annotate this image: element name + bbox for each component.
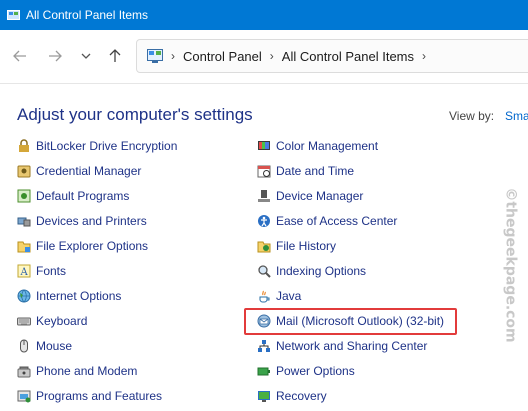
item-power-options[interactable]: Power Options (256, 361, 355, 381)
item-network-sharing[interactable]: Network and Sharing Center (256, 336, 427, 356)
item-label: Fonts (36, 264, 67, 278)
control-panel-icon (7, 9, 20, 21)
item-programs-features[interactable]: Programs and Features (16, 386, 162, 406)
item-phone-modem[interactable]: Phone and Modem (16, 361, 137, 381)
date-time-icon (256, 163, 272, 179)
breadcrumb-separator-icon: › (171, 49, 175, 63)
credential-manager-icon (16, 163, 32, 179)
ease-of-access-icon (256, 213, 272, 229)
item-label: Default Programs (36, 189, 130, 203)
item-label: Color Management (276, 139, 379, 153)
up-arrow-icon (109, 49, 121, 62)
up-button[interactable] (105, 46, 125, 66)
keyboard-icon (16, 313, 32, 329)
item-mouse[interactable]: Mouse (16, 336, 72, 356)
item-devices-printers[interactable]: Devices and Printers (16, 211, 147, 231)
item-keyboard[interactable]: Keyboard (16, 311, 87, 331)
control-panel-items: BitLocker Drive Encryption Credential Ma… (0, 138, 528, 411)
heading-row: Adjust your computer's settings View by:… (0, 100, 528, 130)
bitlocker-icon (16, 138, 32, 154)
item-label: Internet Options (36, 289, 122, 303)
item-java[interactable]: Java (256, 286, 301, 306)
item-label: Date and Time (276, 164, 355, 178)
fonts-icon: A (16, 263, 32, 279)
item-device-manager[interactable]: Device Manager (256, 186, 363, 206)
item-label: File History (276, 239, 337, 253)
forward-arrow-icon (49, 50, 62, 62)
address-bar[interactable]: › Control Panel › All Control Panel Item… (136, 39, 528, 73)
breadcrumb-separator-icon: › (269, 49, 274, 63)
item-label: Programs and Features (36, 389, 163, 403)
item-bitlocker[interactable]: BitLocker Drive Encryption (16, 138, 177, 156)
device-manager-icon (256, 188, 272, 204)
power-options-icon (256, 363, 272, 379)
breadcrumb-all-items[interactable]: All Control Panel Items (282, 49, 414, 64)
chevron-down-icon (81, 53, 91, 59)
recovery-icon (256, 388, 272, 404)
item-indexing-options[interactable]: Indexing Options (256, 261, 366, 281)
svg-text:A: A (20, 267, 29, 278)
item-label: Mail (Microsoft Outlook) (32-bit) (276, 314, 445, 328)
item-label: Power Options (276, 364, 355, 378)
item-credential-manager[interactable]: Credential Manager (16, 161, 141, 181)
item-label: Mouse (36, 339, 73, 353)
breadcrumb-control-panel[interactable]: Control Panel (183, 49, 262, 64)
java-icon (256, 288, 272, 304)
window-title: All Control Panel Items (26, 8, 149, 22)
folder-options-icon (16, 238, 32, 254)
view-by-label: View by: (449, 109, 495, 123)
programs-features-icon (16, 388, 32, 404)
item-recovery[interactable]: Recovery (256, 386, 327, 406)
file-history-icon (256, 238, 272, 254)
title-bar: All Control Panel Items (0, 0, 528, 30)
item-label: Device Manager (276, 189, 364, 203)
devices-printers-icon (16, 213, 32, 229)
navigation-bar: › Control Panel › All Control Panel Item… (0, 30, 528, 84)
item-label: Phone and Modem (36, 364, 138, 378)
item-color-management[interactable]: Color Management (256, 138, 378, 156)
view-by-dropdown[interactable]: Sma (505, 109, 528, 123)
item-internet-options[interactable]: Internet Options (16, 286, 121, 306)
forward-button[interactable] (45, 46, 65, 66)
back-arrow-icon (13, 50, 26, 62)
default-programs-icon (16, 188, 32, 204)
item-label: Indexing Options (276, 264, 367, 278)
item-file-explorer-options[interactable]: File Explorer Options (16, 236, 148, 256)
watermark: ©thegeekpage.com (501, 180, 521, 350)
item-date-time[interactable]: Date and Time (256, 161, 354, 181)
network-icon (256, 338, 272, 354)
item-fonts[interactable]: A Fonts (16, 261, 66, 281)
internet-options-icon (16, 288, 32, 304)
item-label: File Explorer Options (36, 239, 149, 253)
item-label: Network and Sharing Center (276, 339, 428, 353)
item-default-programs[interactable]: Default Programs (16, 186, 129, 206)
back-button[interactable] (10, 46, 30, 66)
item-mail-outlook[interactable]: Mail (Microsoft Outlook) (32-bit) (256, 311, 444, 331)
address-location-icon (147, 49, 163, 63)
item-file-history[interactable]: File History (256, 236, 336, 256)
item-label: Java (276, 289, 302, 303)
breadcrumb-separator-icon: › (422, 49, 427, 63)
phone-modem-icon (16, 363, 32, 379)
mail-icon (256, 313, 272, 329)
item-ease-of-access[interactable]: Ease of Access Center (256, 211, 397, 231)
indexing-options-icon (256, 263, 272, 279)
item-label: Credential Manager (36, 164, 142, 178)
item-label: BitLocker Drive Encryption (36, 139, 178, 153)
mouse-icon (16, 338, 32, 354)
page-title: Adjust your computer's settings (17, 105, 253, 124)
color-management-icon (256, 138, 272, 154)
watermark-text: ©thegeekpage.com (503, 187, 520, 343)
recent-locations-button[interactable] (76, 46, 96, 66)
item-label: Devices and Printers (36, 214, 147, 228)
item-label: Keyboard (36, 314, 88, 328)
item-label: Recovery (276, 389, 327, 403)
item-label: Ease of Access Center (276, 214, 398, 228)
